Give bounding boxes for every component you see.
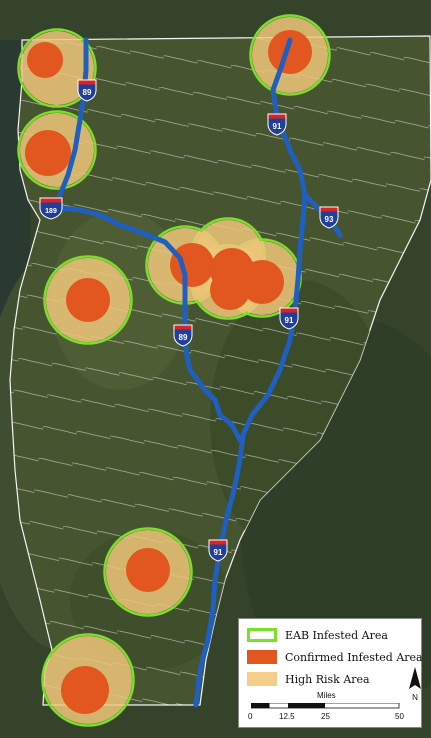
shield-number: 89 [83, 88, 92, 97]
shield-number: 91 [273, 122, 282, 131]
confirmed-infested-area [210, 270, 250, 310]
zone-west [43, 255, 133, 345]
confirmed-infested-area [268, 30, 312, 74]
interstate-shield-91-north-icon: 91 [267, 113, 287, 136]
scale-bar [251, 703, 400, 709]
confirmed-infested-area [126, 548, 170, 592]
zone-burlington [17, 110, 97, 190]
shield-number: 189 [45, 208, 57, 215]
shield-number: 89 [179, 333, 188, 342]
legend-item-risk: High Risk Area [247, 671, 370, 687]
eab-swatch [247, 628, 277, 642]
interstate-shield-91-central-icon: 91 [279, 307, 299, 330]
legend-item-confirmed: Confirmed Infested Area [247, 649, 423, 665]
legend-label-risk: High Risk Area [285, 672, 370, 686]
shield-number: 93 [325, 215, 334, 224]
interstate-shield-93-icon: 93 [319, 206, 339, 229]
confirmed-infested-area [66, 278, 110, 322]
interstate-shield-89-north-icon: 89 [77, 79, 97, 102]
scale-title: Miles [317, 691, 336, 700]
legend-item-eab: EAB Infested Area [247, 627, 388, 643]
confirmed-infested-area [170, 243, 214, 287]
scale-tick-0: 0 [248, 712, 253, 721]
interstate-shield-89-central-icon: 89 [173, 324, 193, 347]
shield-number: 91 [214, 548, 223, 557]
legend: EAB Infested Area Confirmed Infested Are… [238, 618, 423, 728]
interstate-shield-91-south-icon: 91 [208, 539, 228, 562]
zone-north [249, 14, 331, 96]
confirmed-swatch [247, 650, 277, 664]
interstate-shield-189-icon: 189 [39, 197, 63, 220]
scale-tick-25: 25 [321, 712, 330, 721]
north-arrow-icon: N [409, 667, 421, 702]
shield-number: 91 [285, 316, 294, 325]
confirmed-infested-area [61, 666, 109, 714]
scale-tick-50: 50 [395, 712, 404, 721]
scale-tick-12-5: 12.5 [279, 712, 295, 721]
north-label: N [412, 693, 418, 702]
confirmed-infested-area [25, 130, 71, 176]
risk-swatch [247, 672, 277, 686]
zone-southwest [41, 633, 135, 727]
confirmed-infested-area [27, 42, 63, 78]
legend-label-eab: EAB Infested Area [285, 628, 388, 642]
legend-label-confirmed: Confirmed Infested Area [285, 650, 423, 664]
zone-south [103, 527, 193, 617]
